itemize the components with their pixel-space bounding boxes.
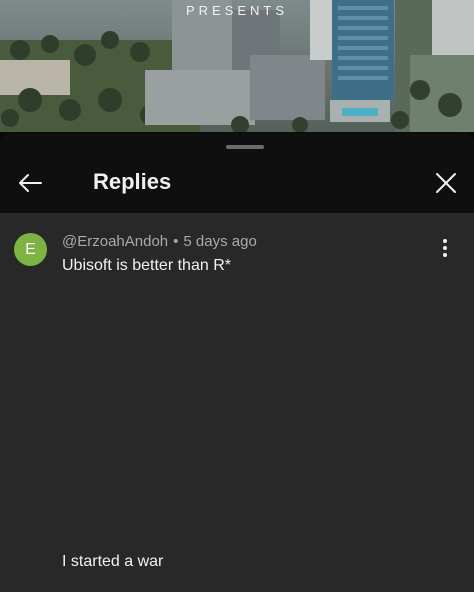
comment-author[interactable]: @ErzoahAndoh	[62, 233, 168, 250]
comment-time: 5 days ago	[183, 233, 257, 250]
arrow-left-icon	[19, 174, 42, 192]
video-thumbnail	[0, 0, 474, 132]
comment-meta: @ErzoahAndoh • 5 days ago	[62, 233, 257, 250]
close-icon	[436, 173, 456, 193]
meta-separator: •	[173, 233, 179, 250]
panel-title: Replies	[93, 169, 172, 194]
replies-panel: Replies E @ErzoahAndoh • 5 days ago Ubisof…	[0, 133, 474, 592]
video-overlay-text: PRESENTS	[185, 3, 289, 18]
back-button[interactable]	[12, 165, 48, 201]
comment-menu-button[interactable]	[430, 233, 460, 263]
comment-text: Ubisoft is better than R*	[62, 257, 231, 274]
avatar[interactable]: E	[14, 233, 47, 266]
panel-header: Replies	[0, 133, 474, 213]
video-frame: PRESENTS	[0, 0, 474, 132]
close-button[interactable]	[428, 165, 464, 201]
caption-text: I started a war	[62, 553, 164, 570]
drag-handle[interactable]	[226, 145, 264, 149]
more-vertical-icon	[443, 239, 447, 257]
